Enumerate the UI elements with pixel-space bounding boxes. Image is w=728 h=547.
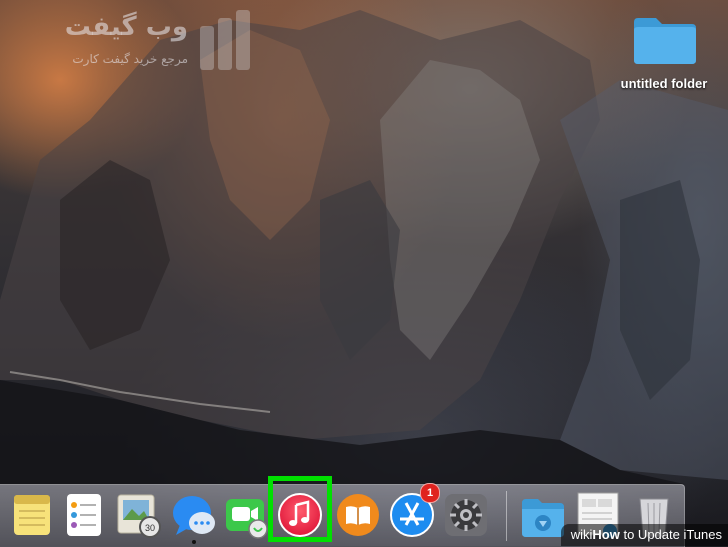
facetime-icon: [226, 499, 268, 539]
downloads-folder-icon: [522, 499, 564, 537]
ibooks-icon: [337, 494, 379, 536]
dock-item-facetime[interactable]: [222, 491, 270, 539]
dock-separator: [506, 491, 507, 541]
folder-label: untitled folder: [620, 76, 708, 91]
caption-wiki: wiki: [570, 527, 593, 542]
svg-text:30: 30: [145, 523, 155, 533]
preview-icon: 30: [117, 494, 161, 538]
watermark-subtitle: مرجع خرید گیفت کارت: [72, 52, 188, 66]
messages-running-indicator: [192, 540, 196, 544]
dock-item-system-preferences[interactable]: [442, 491, 490, 539]
dock-item-notes[interactable]: [8, 491, 56, 539]
notes-icon: [14, 495, 50, 535]
watermark: وب گیفت مرجع خرید گیفت کارت: [8, 6, 198, 76]
watermark-title: وب گیفت: [64, 12, 188, 42]
itunes-highlight-box: [268, 476, 332, 542]
dock-item-app-store[interactable]: 1: [388, 483, 440, 539]
dock-item-reminders[interactable]: [60, 491, 108, 539]
gear-icon: [445, 494, 487, 536]
wikihow-caption: wikiHow to Update iTunes: [560, 524, 728, 546]
dock-item-messages[interactable]: [170, 491, 218, 539]
caption-how: How: [592, 527, 620, 542]
caption-text: to Update iTunes: [619, 527, 722, 542]
desktop-folder[interactable]: untitled folder: [612, 14, 716, 110]
watermark-logo-icon: [200, 10, 250, 70]
reminders-icon: [67, 494, 101, 536]
dock-item-ibooks[interactable]: [334, 491, 382, 539]
app-store-badge: 1: [420, 483, 440, 503]
messages-icon: [173, 496, 215, 535]
dock-item-preview[interactable]: 30: [114, 491, 162, 539]
dock-item-downloads[interactable]: [518, 491, 566, 539]
folder-icon: [634, 18, 696, 64]
